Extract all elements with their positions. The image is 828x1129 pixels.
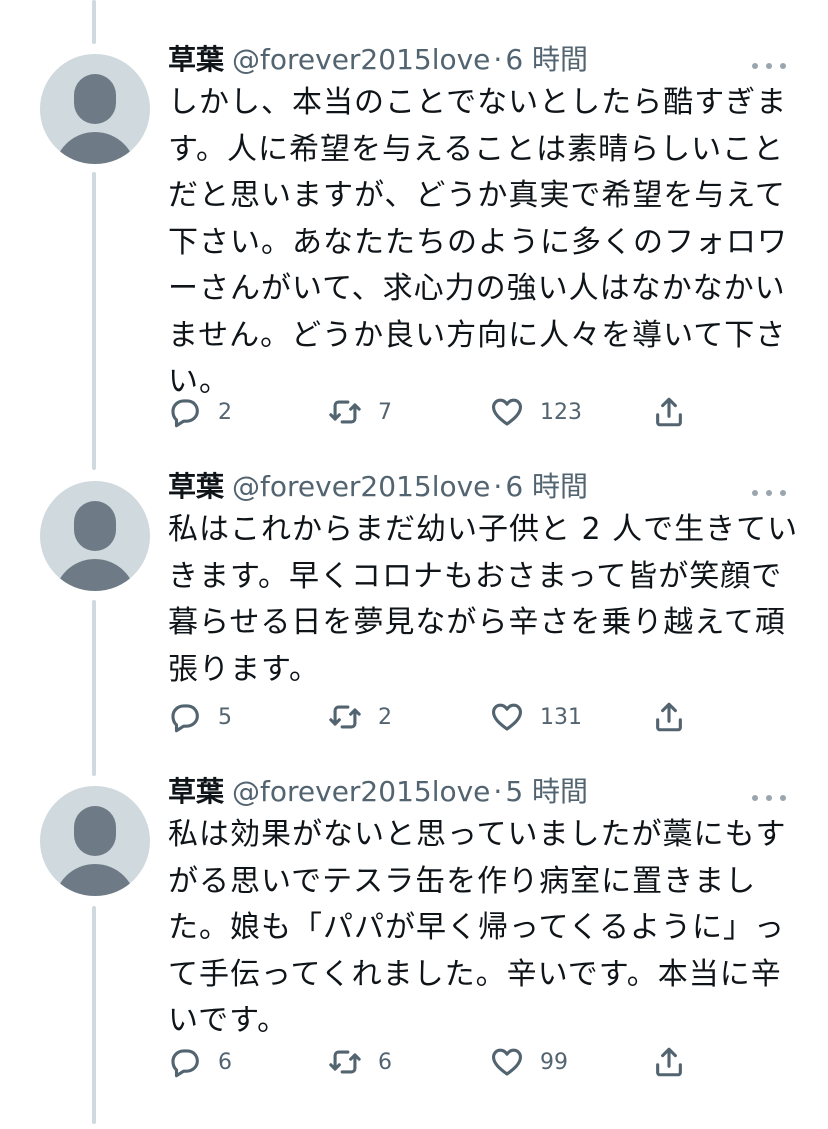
separator-dot: ·: [493, 470, 503, 503]
share-icon: [656, 702, 682, 732]
reply-button[interactable]: 6: [168, 1042, 232, 1082]
heart-icon: [491, 398, 523, 426]
tweet-text-line: ーさんがいて、求心力の強い人はなかなかい: [168, 271, 786, 306]
like-count: 131: [540, 704, 582, 730]
separator-dot: ·: [493, 43, 503, 76]
reply-button[interactable]: 5: [168, 697, 232, 737]
display-name[interactable]: 草葉: [168, 43, 224, 76]
tweet-actions: 5 2 131: [168, 697, 698, 737]
tweet-actions: 2 7 123: [168, 392, 698, 432]
tweet-text-line: た。娘も「パパが早く帰ってくるように」っ: [168, 910, 785, 945]
like-count: 99: [540, 1049, 568, 1075]
reply-icon: [171, 1049, 199, 1078]
retweet-count: 2: [378, 704, 392, 730]
retweet-button[interactable]: 6: [328, 1042, 392, 1082]
more-icon[interactable]: [752, 792, 786, 804]
tweet-text-line: きます。早くコロナもおさまって皆が笑顔で: [168, 558, 783, 594]
share-button[interactable]: [652, 392, 686, 432]
tweet-header: 草葉 @forever2015love · 5 時間: [168, 772, 588, 812]
tweet-actions: 6 6 99: [168, 1042, 698, 1082]
share-icon: [656, 1047, 682, 1077]
tweet-text-line: 暮らせる日を夢見ながら辛さを乗り越えて頑: [168, 605, 786, 640]
default-avatar-icon[interactable]: [40, 481, 150, 591]
reply-count: 5: [218, 704, 232, 730]
tweet-text-line: す。人に希望を与えることは素晴らしいこと: [168, 131, 785, 167]
tweet-text: しかし、本当のことでないとしたら酷すぎま す。人に希望を与えることは素晴らしいこ…: [168, 80, 788, 406]
tweet-text-line: いです。: [168, 1003, 289, 1038]
timestamp[interactable]: 6 時間: [505, 470, 588, 503]
thread-line-top: [92, 0, 96, 44]
share-icon: [656, 397, 682, 427]
user-handle[interactable]: @forever2015love: [232, 43, 490, 76]
tweet-text-line: がる思いでテスラ缶を作り病室に置きまし: [168, 863, 757, 899]
retweet-icon: [329, 705, 361, 729]
tweet-text-line: 下さい。あなたたちのように多くのフォロワ: [168, 224, 788, 260]
tweet-text-line: 私はこれからまだ幼い子供と 2 人で生きてい: [168, 512, 799, 547]
like-button[interactable]: 123: [490, 392, 582, 432]
tweet-text-line: しかし、本当のことでないとしたら酷すぎま: [168, 85, 788, 120]
display-name[interactable]: 草葉: [168, 775, 224, 808]
more-icon[interactable]: [752, 60, 786, 72]
retweet-icon: [329, 400, 361, 424]
separator-dot: ·: [493, 775, 503, 808]
user-handle[interactable]: @forever2015love: [232, 775, 490, 808]
tweet[interactable]: 草葉 @forever2015love · 5 時間 私は効果がないと思っていましたが…: [0, 775, 828, 1106]
reply-count: 2: [218, 399, 232, 425]
tweet-text: 私は効果がないと思っていましたが藁にもす がる思いでテスラ缶を作り病室に置きまし…: [168, 812, 787, 1045]
tweet-text: 私はこれからまだ幼い子供と 2 人で生きてい きます。早くコロナもおさまって皆が…: [168, 507, 799, 693]
like-count: 123: [540, 399, 582, 425]
share-button[interactable]: [652, 697, 686, 737]
tweet-text-line: だと思いますが、どうか真実で希望を与えて: [168, 178, 786, 213]
tweet-text-line: 張ります。: [168, 651, 320, 687]
reply-icon: [171, 399, 199, 428]
tweet-header: 草葉 @forever2015love · 6 時間: [168, 40, 588, 80]
share-button[interactable]: [652, 1042, 686, 1082]
tweet[interactable]: 草葉 @forever2015love · 6 時間 しかし、本当のことでないとしたら…: [0, 43, 828, 454]
timestamp[interactable]: 6 時間: [505, 43, 588, 76]
default-avatar-icon[interactable]: [40, 54, 150, 164]
retweet-count: 6: [378, 1049, 392, 1075]
retweet-button[interactable]: 7: [328, 392, 392, 432]
retweet-count: 7: [378, 399, 392, 425]
tweet-text-line: て手伝ってくれました。辛いです。本当に辛: [168, 956, 782, 992]
default-avatar-icon[interactable]: [40, 786, 150, 896]
like-button[interactable]: 99: [490, 1042, 568, 1082]
reply-icon: [171, 704, 199, 733]
timestamp[interactable]: 5 時間: [505, 775, 588, 808]
reply-count: 6: [218, 1049, 232, 1075]
user-handle[interactable]: @forever2015love: [232, 470, 490, 503]
tweet[interactable]: 草葉 @forever2015love · 6 時間 私はこれからまだ幼い子供と 2 …: [0, 470, 828, 761]
display-name[interactable]: 草葉: [168, 470, 224, 503]
tweet-header: 草葉 @forever2015love · 6 時間: [168, 467, 588, 507]
retweet-icon: [329, 1050, 361, 1074]
tweet-text-line: 私は効果がないと思っていましたが藁にもす: [168, 817, 787, 852]
heart-icon: [491, 1048, 523, 1076]
retweet-button[interactable]: 2: [328, 697, 392, 737]
heart-icon: [491, 703, 523, 731]
like-button[interactable]: 131: [490, 697, 582, 737]
reply-button[interactable]: 2: [168, 392, 232, 432]
more-icon[interactable]: [752, 487, 786, 499]
tweet-text-line: ません。どうか良い方向に人々を導いて下さ: [168, 317, 787, 353]
